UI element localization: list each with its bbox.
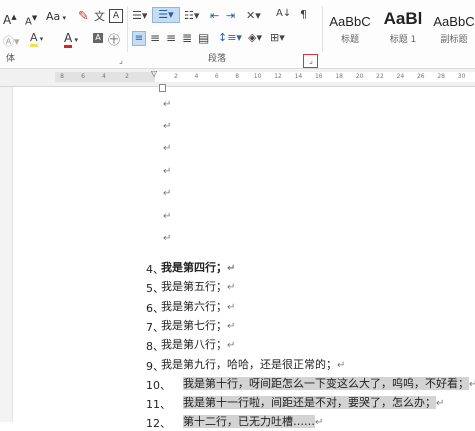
- style-title[interactable]: AaBbC 标题: [326, 8, 374, 45]
- paragraph-mark: ↵: [436, 398, 445, 410]
- paragraph-mark: ↵: [163, 188, 172, 199]
- paragraph-group-label: 段落: [208, 54, 227, 64]
- ruler-tick-label: 24: [396, 73, 405, 80]
- borders-icon[interactable]: ⊞▾: [270, 31, 285, 44]
- bullets-icon[interactable]: ☰▾: [132, 9, 147, 22]
- left-gutter: [0, 87, 13, 422]
- character-border-icon[interactable]: A: [109, 9, 123, 23]
- list-item[interactable]: 我是第十一行啦，间距还是不对，要哭了，怎么办；↵: [183, 396, 444, 411]
- list-item[interactable]: 我是第七行；↵: [161, 319, 235, 334]
- distributed-icon[interactable]: ▤: [198, 31, 209, 45]
- list-item[interactable]: 我是第十行，呀间距怎么一下变这么大了，呜呜，不好看；↵: [183, 376, 475, 392]
- paragraph-mark: ↵: [315, 417, 324, 429]
- paragraph-launcher-highlight-box: [303, 54, 318, 68]
- list-item-text: 我是第十一行啦，间距还是不对，要哭了，怎么办；: [183, 396, 436, 410]
- ruler-tick-label: 30: [457, 73, 466, 80]
- font-color-icon[interactable]: A ▾: [64, 31, 78, 48]
- shading-icon[interactable]: ◈▾: [248, 31, 262, 44]
- ruler-tick-label: 18: [335, 73, 344, 80]
- multilevel-list-icon[interactable]: ☷▾: [184, 9, 199, 22]
- highlight-color-icon[interactable]: A ▾: [30, 31, 43, 47]
- list-item[interactable]: 我是第五行；↵: [161, 280, 235, 295]
- enclose-characters-icon[interactable]: ㊉: [108, 31, 120, 48]
- paragraph-mark: ↵: [469, 378, 475, 390]
- paragraph-mark: ↵: [227, 263, 236, 274]
- ruler-tick-label: 2: [174, 73, 178, 80]
- ruler-tick-label: 6: [81, 73, 85, 80]
- ruler-tick-label: 4: [194, 73, 199, 80]
- paragraph-mark: ↵: [163, 99, 172, 110]
- list-item-text: 我是第四行；: [161, 261, 227, 274]
- numbering-icon[interactable]: ☰▾: [152, 7, 180, 23]
- show-marks-icon[interactable]: ¶: [300, 8, 307, 21]
- ruler-tick-label: 10: [253, 73, 262, 80]
- increase-indent-icon[interactable]: ⇥: [226, 9, 235, 22]
- clear-format-icon[interactable]: ✎: [78, 9, 89, 24]
- justify-icon[interactable]: ≣: [182, 31, 192, 45]
- ruler-tick-label: 20: [355, 73, 364, 80]
- group-separator: [322, 6, 323, 52]
- paragraph-mark: ↵: [163, 143, 172, 154]
- sort-icon[interactable]: A↓: [276, 8, 291, 19]
- ruler-tick-label: 22: [376, 73, 384, 80]
- ruler-tick-label: 4: [102, 73, 106, 80]
- group-separator: [127, 6, 128, 52]
- list-item-text: 我是第五行；: [161, 280, 227, 294]
- paragraph-mark: ↵: [227, 340, 236, 352]
- list-item-text: 我是第九行，哈哈，还是很正常的；: [161, 357, 337, 371]
- ruler-tick-label: 26: [416, 73, 425, 80]
- ruler-tick-label: 8: [60, 73, 64, 80]
- shrink-font-button[interactable]: A▼: [25, 11, 37, 29]
- list-item[interactable]: 我是第九行，哈哈，还是很正常的；↵: [161, 358, 345, 373]
- paragraph-mark: ↵: [227, 282, 236, 294]
- character-shading-icon[interactable]: A: [93, 33, 103, 43]
- chinese-layout-icon[interactable]: ✕▾: [246, 9, 261, 22]
- align-left-icon[interactable]: ≡: [132, 31, 146, 46]
- list-item[interactable]: 我是第六行；↵: [161, 300, 235, 315]
- first-line-indent-marker[interactable]: ▽: [151, 69, 157, 78]
- paragraph-mark: ↵: [337, 359, 346, 371]
- list-number: 12、: [146, 417, 171, 431]
- align-right-icon[interactable]: ≡: [166, 31, 176, 45]
- paragraph-mark: ↵: [227, 320, 236, 332]
- ruler-tick-label: 6: [214, 73, 219, 80]
- list-item[interactable]: 我是第四行；↵: [161, 261, 235, 276]
- list-item-text: 我是第七行；: [161, 318, 227, 332]
- list-item-text: 我是第八行；: [161, 338, 227, 352]
- paragraph-mark: ↵: [163, 166, 172, 177]
- text-effects-icon[interactable]: Ⓐ▾: [3, 33, 20, 49]
- style-heading-1[interactable]: AaBl 标题 1: [378, 8, 428, 45]
- list-item[interactable]: 第十二行，已无力吐槽……↵: [183, 415, 323, 430]
- list-item[interactable]: 我是第八行；↵: [161, 338, 235, 353]
- paragraph-mark: ↵: [163, 211, 172, 222]
- anchor-icon: [159, 84, 166, 92]
- list-number: 11、: [146, 398, 171, 412]
- font-group-label: 体: [6, 54, 16, 64]
- ruler-tick-label: 16: [314, 73, 323, 80]
- ruler-tick-label: 2: [125, 73, 129, 80]
- ruler-tick-label: 28: [437, 73, 446, 80]
- list-item-text: 我是第十行，呀间距怎么一下变这么大了，呜呜，不好看；: [183, 376, 469, 390]
- line-spacing-icon[interactable]: ↕≡▾: [218, 31, 242, 44]
- paragraph-mark: ↵: [227, 301, 236, 313]
- phonetic-guide-icon[interactable]: 文: [94, 8, 105, 24]
- decrease-indent-icon[interactable]: ⇤: [210, 9, 219, 22]
- grow-font-button[interactable]: A▲: [3, 10, 17, 27]
- align-center-icon[interactable]: ≡: [150, 31, 160, 45]
- ruler-tick-label: 12: [274, 73, 282, 80]
- change-case-button[interactable]: Aa ▾: [46, 10, 66, 25]
- ruler-tick-label: 8: [235, 73, 240, 80]
- paragraph-mark: ↵: [163, 121, 172, 132]
- list-number: 10、: [146, 378, 171, 392]
- list-item-text: 我是第六行；: [161, 299, 227, 313]
- paragraph-mark: ↵: [163, 233, 172, 244]
- font-dialog-launcher[interactable]: ⌟: [116, 56, 126, 65]
- ruler-tick-label: 14: [294, 73, 303, 80]
- style-subtitle[interactable]: AaBbC 副标题: [430, 8, 475, 45]
